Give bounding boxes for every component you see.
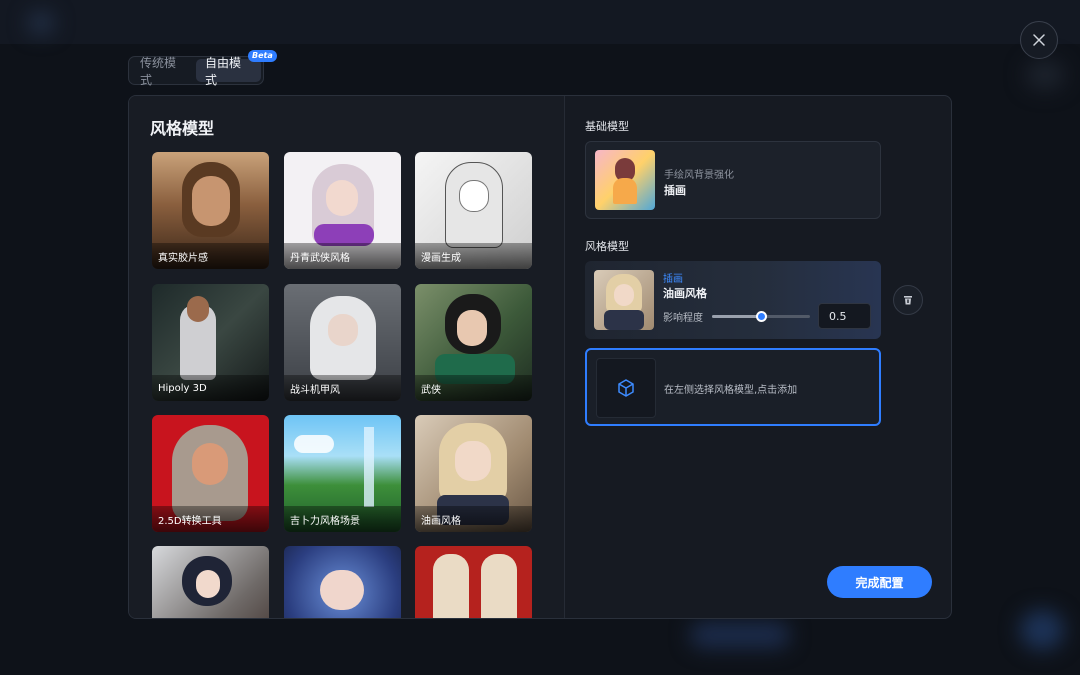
model-card-label: Hipoly 3D — [152, 375, 269, 401]
selected-style-card[interactable]: 插画 油画风格 影响程度 0.5 — [585, 261, 881, 339]
tab-traditional-mode[interactable]: 传统模式 — [131, 56, 196, 87]
model-card-label: 吉卜力风格场景 — [284, 506, 401, 532]
base-model-title: 插画 — [664, 184, 686, 197]
model-card-placeholder[interactable] — [284, 546, 401, 618]
add-style-slot[interactable]: 在左侧选择风格模型,点击添加 — [585, 348, 881, 426]
gallery-title: 风格模型 — [150, 119, 215, 138]
style-model-name: 油画风格 — [663, 287, 707, 300]
model-card-real-film[interactable]: 真实胶片感 — [152, 152, 269, 269]
influence-value-input[interactable]: 0.5 — [818, 303, 871, 329]
influence-slider-thumb[interactable] — [756, 311, 767, 322]
model-card-label: 真实胶片感 — [152, 243, 269, 269]
model-card-wuxia[interactable]: 武侠 — [415, 284, 532, 401]
style-model-section-label: 风格模型 — [585, 240, 629, 253]
model-card-label: 战斗机甲风 — [284, 375, 401, 401]
model-card-label: 油画风格 — [415, 506, 532, 532]
trash-icon — [904, 296, 912, 305]
tab-free-mode[interactable]: 自由模式 — [196, 56, 261, 87]
base-model-subtitle: 手绘风背景强化 — [664, 170, 734, 181]
model-card-hipoly-3d[interactable]: Hipoly 3D — [152, 284, 269, 401]
influence-label: 影响程度 — [663, 313, 703, 324]
base-model-card[interactable]: 手绘风背景强化 插画 — [585, 141, 881, 219]
background-blob — [690, 622, 790, 648]
delete-style-button[interactable] — [893, 285, 923, 315]
add-style-hint: 在左侧选择风格模型,点击添加 — [664, 385, 798, 396]
style-model-tag: 插画 — [663, 274, 683, 285]
model-card-placeholder[interactable] — [415, 546, 532, 618]
finish-config-button[interactable]: 完成配置 — [827, 566, 932, 598]
model-card-placeholder[interactable] — [152, 546, 269, 618]
base-model-section-label: 基础模型 — [585, 120, 629, 133]
background-header — [0, 0, 1080, 44]
influence-slider-fill — [712, 315, 761, 318]
add-style-placeholder — [596, 358, 656, 418]
cube-icon — [618, 379, 634, 397]
model-card-label: 武侠 — [415, 375, 532, 401]
base-model-thumbnail — [595, 150, 655, 210]
background-blob — [1025, 60, 1065, 90]
close-button[interactable] — [1020, 21, 1058, 59]
model-card-2-5d[interactable]: 2.5D转换工具 — [152, 415, 269, 532]
model-card-label: 2.5D转换工具 — [152, 506, 269, 532]
mode-switch: 传统模式 自由模式 — [128, 56, 264, 87]
model-card-mecha[interactable]: 战斗机甲风 — [284, 284, 401, 401]
background-blob — [1020, 610, 1064, 650]
beta-badge: Beta — [248, 50, 277, 62]
style-model-gallery: 风格模型 真实胶片感 丹青武侠风格 漫画生成 Hipoly 3D 战斗机甲风 武… — [129, 96, 565, 618]
model-card-oil-painting[interactable]: 油画风格 — [415, 415, 532, 532]
model-card-manga[interactable]: 漫画生成 — [415, 152, 532, 269]
model-card-label: 丹青武侠风格 — [284, 243, 401, 269]
model-card-ink-wuxia[interactable]: 丹青武侠风格 — [284, 152, 401, 269]
config-panel: 风格模型 真实胶片感 丹青武侠风格 漫画生成 Hipoly 3D 战斗机甲风 武… — [128, 95, 952, 619]
model-card-label: 漫画生成 — [415, 243, 532, 269]
model-card-ghibli[interactable]: 吉卜力风格场景 — [284, 415, 401, 532]
influence-slider[interactable] — [712, 311, 810, 322]
close-icon — [1033, 34, 1045, 46]
config-pane: 基础模型 手绘风背景强化 插画 风格模型 插画 油画风格 影响程度 0.5 在左… — [565, 96, 951, 618]
background-blob — [28, 12, 54, 34]
style-model-thumbnail — [594, 270, 654, 330]
